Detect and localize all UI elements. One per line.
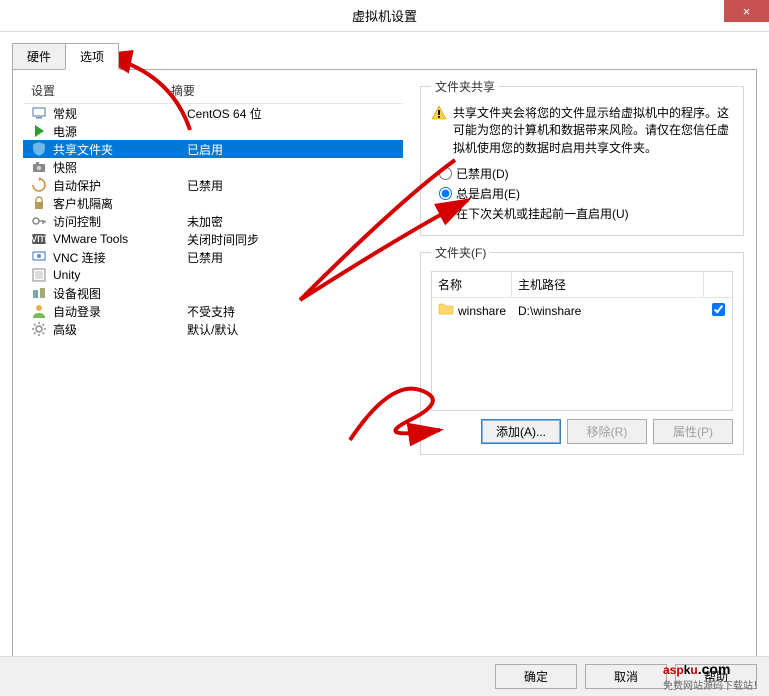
settings-row-user[interactable]: 自动登录不受支持 [23, 302, 403, 320]
folder-name: winshare [458, 304, 506, 318]
row-label: Unity [53, 268, 187, 282]
refresh-icon [31, 177, 47, 193]
settings-row-camera[interactable]: 快照 [23, 158, 403, 176]
footer: 确定 取消 帮助 [0, 656, 769, 696]
radio-until[interactable]: 在下次关机或挂起前一直启用(U) [439, 205, 733, 222]
row-label: VNC 连接 [53, 249, 187, 266]
settings-row-vnc[interactable]: VNC 连接已禁用 [23, 248, 403, 266]
folders-header-check [704, 272, 732, 297]
folder-buttons: 添加(A)... 移除(R) 属性(P) [431, 419, 733, 444]
warning-block: 共享文件夹会将您的文件显示给虚拟机中的程序。这可能为您的计算机和数据带来风险。请… [431, 105, 733, 157]
shield-icon [31, 141, 47, 157]
row-summary: 未加密 [187, 213, 401, 230]
row-label: 自动保护 [53, 177, 187, 194]
play-icon [31, 123, 47, 139]
row-summary: 不受支持 [187, 303, 401, 320]
row-label: VMware Tools [53, 232, 187, 246]
tab-hardware[interactable]: 硬件 [12, 43, 66, 70]
warning-text: 共享文件夹会将您的文件显示给虚拟机中的程序。这可能为您的计算机和数据带来风险。请… [453, 105, 733, 157]
sharing-radios: 已禁用(D) 总是启用(E) 在下次关机或挂起前一直启用(U) [439, 165, 733, 222]
row-summary: CentOS 64 位 [187, 105, 401, 122]
row-label: 自动登录 [53, 303, 187, 320]
folder-row[interactable]: winshare D:\winshare [432, 298, 732, 323]
dialog-body: 硬件 选项 设置 摘要 常规CentOS 64 位电源共享文件夹已启用快照自动保… [0, 32, 769, 656]
radio-always[interactable]: 总是启用(E) [439, 185, 733, 202]
ok-button[interactable]: 确定 [495, 664, 577, 689]
settings-list: 常规CentOS 64 位电源共享文件夹已启用快照自动保护已禁用客户机隔离访问控… [23, 104, 403, 338]
row-summary: 默认/默认 [187, 321, 401, 338]
lock-icon [31, 195, 47, 211]
row-label: 快照 [53, 159, 187, 176]
folder-icon [438, 301, 454, 320]
settings-row-device[interactable]: 设备视图 [23, 284, 403, 302]
settings-row-gear[interactable]: 高级默认/默认 [23, 320, 403, 338]
settings-row-unity[interactable]: Unity [23, 266, 403, 284]
row-summary: 关闭时间同步 [187, 231, 401, 248]
device-icon [31, 285, 47, 301]
tabs: 硬件 选项 [12, 43, 757, 70]
settings-list-panel: 设置 摘要 常规CentOS 64 位电源共享文件夹已启用快照自动保护已禁用客户… [13, 70, 408, 658]
settings-row-play[interactable]: 电源 [23, 122, 403, 140]
window-title: 虚拟机设置 [352, 6, 417, 25]
row-label: 设备视图 [53, 285, 187, 302]
settings-row-refresh[interactable]: 自动保护已禁用 [23, 176, 403, 194]
settings-row-key[interactable]: 访问控制未加密 [23, 212, 403, 230]
settings-row-shield[interactable]: 共享文件夹已启用 [23, 140, 403, 158]
settings-row-vm[interactable]: vm VMware Tools关闭时间同步 [23, 230, 403, 248]
row-summary: 已禁用 [187, 177, 401, 194]
titlebar: 虚拟机设置 × [0, 0, 769, 32]
row-label: 访问控制 [53, 213, 187, 230]
folder-sharing-legend: 文件夹共享 [431, 78, 499, 95]
row-label: 高级 [53, 321, 187, 338]
row-label: 客户机隔离 [53, 195, 187, 212]
radio-disabled[interactable]: 已禁用(D) [439, 165, 733, 182]
radio-until-input[interactable] [439, 207, 452, 220]
tab-options[interactable]: 选项 [65, 43, 119, 70]
camera-icon [31, 159, 47, 175]
folders-header-path: 主机路径 [512, 272, 704, 297]
row-label: 常规 [53, 105, 187, 122]
folder-path: D:\winshare [512, 301, 704, 321]
row-summary: 已启用 [187, 141, 401, 158]
folders-header-name: 名称 [432, 272, 512, 297]
header-setting: 设置 [31, 82, 171, 99]
folders-table: 名称 主机路径 winshare D:\winshare [431, 271, 733, 411]
folders-legend: 文件夹(F) [431, 244, 490, 261]
radio-always-input[interactable] [439, 187, 452, 200]
props-button[interactable]: 属性(P) [653, 419, 733, 444]
folders-header: 名称 主机路径 [432, 272, 732, 298]
monitor-icon [31, 105, 47, 121]
unity-icon [31, 267, 47, 283]
vm-icon: vm [31, 231, 47, 247]
radio-disabled-input[interactable] [439, 167, 452, 180]
content-area: 设置 摘要 常规CentOS 64 位电源共享文件夹已启用快照自动保护已禁用客户… [12, 69, 757, 659]
row-label: 电源 [53, 123, 187, 140]
settings-row-lock[interactable]: 客户机隔离 [23, 194, 403, 212]
detail-panel: 文件夹共享 共享文件夹会将您的文件显示给虚拟机中的程序。这可能为您的计算机和数据… [408, 70, 756, 658]
row-summary: 已禁用 [187, 249, 401, 266]
folder-checkbox[interactable] [712, 303, 725, 316]
settings-list-header: 设置 摘要 [23, 78, 403, 104]
key-icon [31, 213, 47, 229]
folder-sharing-group: 文件夹共享 共享文件夹会将您的文件显示给虚拟机中的程序。这可能为您的计算机和数据… [420, 78, 744, 236]
folders-group: 文件夹(F) 名称 主机路径 winshare D:\winshare [420, 244, 744, 455]
settings-row-monitor[interactable]: 常规CentOS 64 位 [23, 104, 403, 122]
svg-text:vm: vm [31, 231, 47, 245]
add-button[interactable]: 添加(A)... [481, 419, 561, 444]
close-button[interactable]: × [724, 0, 769, 22]
cancel-button[interactable]: 取消 [585, 664, 667, 689]
header-summary: 摘要 [171, 82, 401, 99]
user-icon [31, 303, 47, 319]
vnc-icon [31, 249, 47, 265]
row-label: 共享文件夹 [53, 141, 187, 158]
help-button[interactable]: 帮助 [675, 664, 757, 689]
warning-icon [431, 105, 447, 121]
remove-button[interactable]: 移除(R) [567, 419, 647, 444]
gear-icon [31, 321, 47, 337]
